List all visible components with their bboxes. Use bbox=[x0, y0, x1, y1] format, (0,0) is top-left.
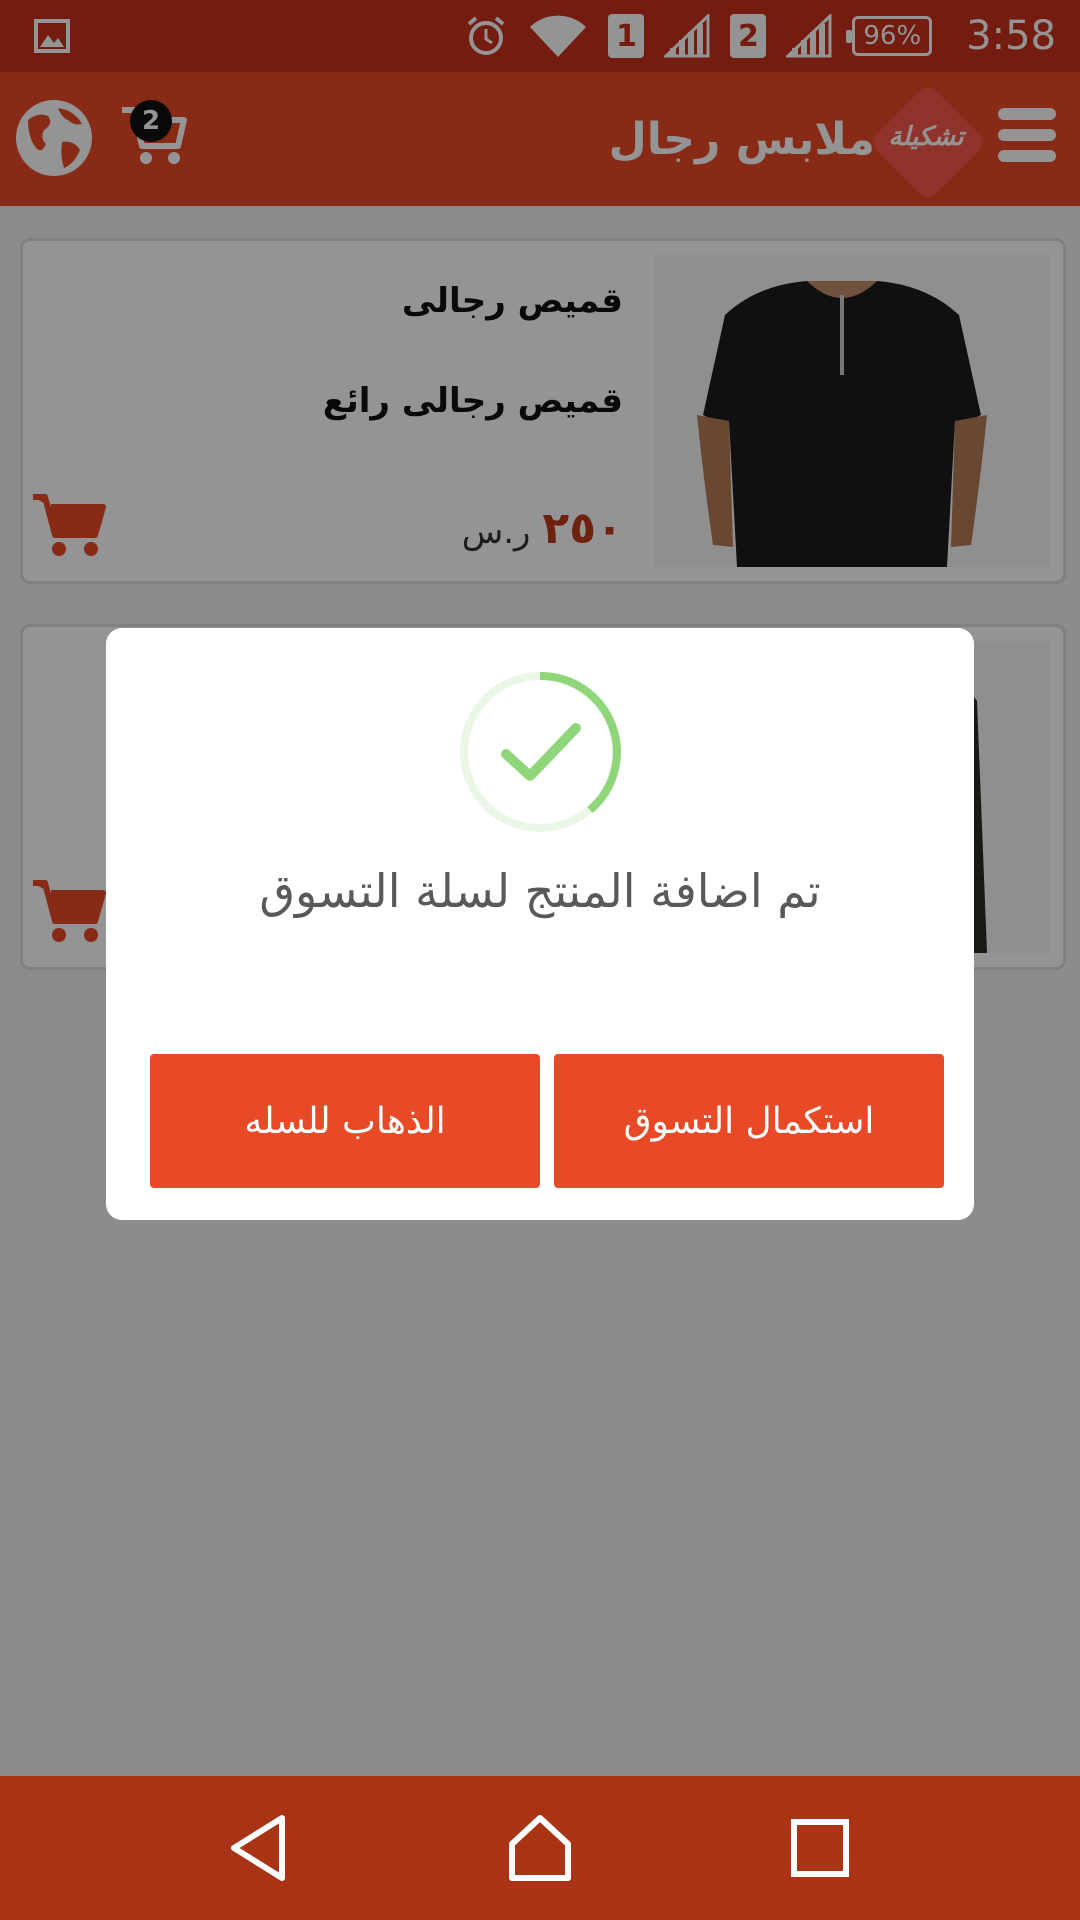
home-icon[interactable] bbox=[500, 1808, 580, 1888]
dialog-message: تم اضافة المنتج لسلة التسوق bbox=[259, 864, 821, 918]
success-dialog: تم اضافة المنتج لسلة التسوق الذهاب للسله… bbox=[106, 628, 974, 1220]
continue-shopping-button[interactable]: استكمال التسوق bbox=[554, 1054, 944, 1188]
recents-icon[interactable] bbox=[780, 1808, 860, 1888]
back-icon[interactable] bbox=[220, 1808, 300, 1888]
system-nav-bar bbox=[0, 1776, 1080, 1920]
screen: 1 2 96% 3:58 2 ملابس رجال تشكيلة قميص رج… bbox=[0, 0, 1080, 1920]
go-to-cart-button[interactable]: الذهاب للسله bbox=[150, 1054, 540, 1188]
checkmark-success-icon bbox=[460, 671, 621, 832]
